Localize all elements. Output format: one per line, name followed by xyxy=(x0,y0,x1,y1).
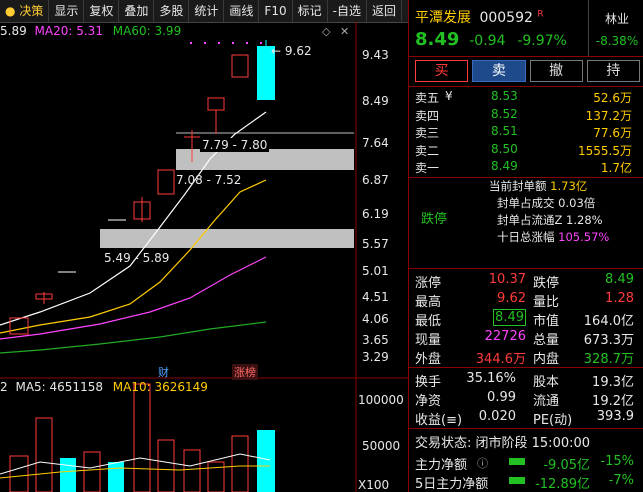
event-tag-financial[interactable]: 财 xyxy=(158,364,169,380)
toolbar-item-f10[interactable]: F10 xyxy=(259,0,293,22)
stock-name: 平潭发展 xyxy=(415,10,471,26)
stock-price-row: 8.49 -0.94 -9.97% xyxy=(415,29,567,50)
candles xyxy=(9,40,275,335)
fund-flows: 主力净额 ⓘ -9.05亿 -15% 5日主力净额 -12.89亿 -7% xyxy=(409,452,643,492)
ma-legend: 5.89 MA20: 5.31 MA60: 3.99 xyxy=(0,24,181,38)
toolbar: ● 决策 显示 复权 叠加 多股 统计 画线 F10 标记 -自选 返回 xyxy=(0,0,408,23)
ask-row: 卖二 8.50 1555.5万 xyxy=(415,141,632,158)
gap-label: 5.49 - 5.89 xyxy=(104,251,170,265)
fund-row: 净资 0.99 流通 19.2亿 xyxy=(415,390,634,409)
vol-ma10: MA10: 3626149 xyxy=(112,380,208,394)
ask-row: 卖一 8.49 1.7亿 xyxy=(415,159,632,175)
sector-box[interactable]: 林业 -8.38% xyxy=(588,0,643,56)
flow-bar xyxy=(509,458,525,465)
toolbar-item-statistics[interactable]: 统计 xyxy=(189,0,225,22)
toolbar-item-draw-line[interactable]: 画线 xyxy=(224,0,260,22)
stock-flag: R xyxy=(537,9,544,20)
quote-row: 现量 22726 总量 673.3万 xyxy=(415,329,634,348)
limit-rows: 当前封单额 1.73亿 封单占成交 0.03倍 封单占流通Z 1.28% 十日总… xyxy=(489,179,610,244)
flow-row: 主力净额 ⓘ -9.05亿 -15% xyxy=(415,454,634,473)
stock-pct: -9.97% xyxy=(517,33,567,49)
diamond-icon[interactable]: ◇ xyxy=(322,25,330,38)
ma20-value: MA20: 5.31 xyxy=(34,24,103,38)
flow-row: 5日主力净额 -12.89亿 -7% xyxy=(415,473,634,492)
close-icon[interactable]: ✕ xyxy=(340,25,349,38)
cancel-order-button[interactable]: 撤 xyxy=(529,60,583,82)
ma5-value: 5.89 xyxy=(0,24,27,38)
fundamentals-table: 换手 35.16% 股本 19.3亿 净资 0.99 流通 19.2亿 收益(≡… xyxy=(409,369,643,428)
gap-label: 7.08 - 7.52 xyxy=(176,173,242,187)
toolbar-item-multi-stock[interactable]: 多股 xyxy=(154,0,190,22)
quote-row: 外盘 344.6万 内盘 328.7万 xyxy=(415,352,634,367)
toolbar-item-restore-rights[interactable]: 复权 xyxy=(84,0,120,22)
toolbar-item-decision[interactable]: ● 决策 xyxy=(0,0,50,22)
ma60-line xyxy=(0,321,267,354)
volume-legend: 2 MA5: 4651158 MA10: 3626149 xyxy=(0,380,208,394)
ask-book: 卖五 ¥ 8.53 52.6万 卖四 8.52 137.2万 卖三 8.51 7… xyxy=(409,88,643,176)
gap-label: 7.79 - 7.80 xyxy=(200,138,270,152)
vol-axis-label: X100 xyxy=(358,478,390,492)
stock-price: 8.49 xyxy=(415,29,460,50)
limit-status: 跌停 xyxy=(421,212,448,227)
fund-row: 换手 35.16% 股本 19.3亿 xyxy=(415,371,634,390)
ask-row: 卖四 8.52 137.2万 xyxy=(415,106,632,123)
trade-status: 交易状态: 闭市阶段 15:00:00 xyxy=(415,436,591,451)
ask-row: 卖五 ¥ 8.53 52.6万 xyxy=(415,89,632,105)
toolbar-item-back[interactable]: 返回 xyxy=(367,0,402,22)
quote-panel: 平潭发展 000592 R 8.49 -0.94 -9.97% 林业 -8.38… xyxy=(408,0,643,492)
sector-name: 林业 xyxy=(604,12,629,26)
toolbar-item-overlay[interactable]: 叠加 xyxy=(119,0,155,22)
vol-axis-label: 100000 xyxy=(358,393,404,407)
gap-box xyxy=(176,149,354,170)
sell-button[interactable]: 卖 xyxy=(472,60,526,82)
kline-chart xyxy=(0,22,408,492)
vol-axis-label: 50000 xyxy=(362,439,401,453)
limit-info: 跌停 当前封单额 1.73亿 封单占成交 0.03倍 封单占流通Z 1.28% … xyxy=(409,178,643,266)
ma60-value: MA60: 3.99 xyxy=(112,24,182,38)
trade-buttons: 买 卖 撤 持 xyxy=(415,60,640,82)
quote-row: 涨停 10.37 跌停 8.49 xyxy=(415,272,634,291)
event-tag-dragon-tiger[interactable]: 涨榜 xyxy=(232,364,258,380)
bulb-icon: ● xyxy=(5,4,16,18)
toolbar-item-display[interactable]: 显示 xyxy=(49,0,85,22)
quote-row: 最高 9.62 量比 1.28 xyxy=(415,291,634,310)
info-icon[interactable]: ⓘ xyxy=(477,455,488,471)
flow-bar xyxy=(509,477,525,484)
ask-row: 卖三 8.51 77.6万 xyxy=(415,124,632,140)
volume-bars xyxy=(0,383,275,492)
sector-pct: -8.38% xyxy=(595,34,639,48)
quote-row: 最低 8.49 市值 164.0亿 xyxy=(415,309,634,329)
stock-code: 000592 xyxy=(479,10,533,26)
vol-ma5: MA5: 4651158 xyxy=(15,380,103,394)
positions-button[interactable]: 持 xyxy=(586,60,640,82)
toolbar-item-watchlist[interactable]: -自选 xyxy=(328,0,367,22)
buy-button[interactable]: 买 xyxy=(415,60,469,82)
high-marker: ← 9.62 xyxy=(271,44,312,58)
stock-change: -0.94 xyxy=(469,33,506,49)
toolbar-item-mark[interactable]: 标记 xyxy=(293,0,328,22)
chart-area[interactable]: 5.89 MA20: 5.31 MA60: 3.99 ◇ ✕ ← 9.62 7.… xyxy=(0,22,408,492)
gap-box xyxy=(100,229,354,248)
stock-header: 平潭发展 000592 R xyxy=(415,7,544,27)
fund-row: 收益(≡) 0.020 PE(动) 393.9 xyxy=(415,409,634,428)
quote-table: 涨停 10.37 跌停 8.49 最高 9.62 量比 1.28 最低 8.49… xyxy=(409,270,643,367)
